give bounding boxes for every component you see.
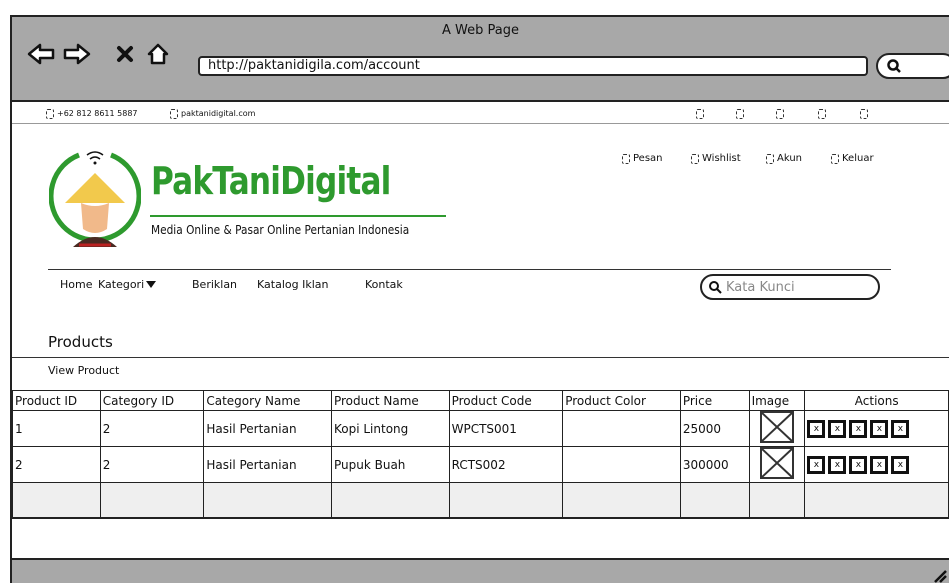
image-placeholder-icon <box>759 447 794 479</box>
cell-category-name: Hasil Pertanian <box>203 446 332 483</box>
cell-category-name: Hasil Pertanian <box>203 410 332 447</box>
cell-image <box>748 446 806 483</box>
browser-titlebar: A Web Page http://paktanidigila.com/acco… <box>12 17 949 102</box>
brand-name: PakTaniDigital <box>151 159 391 203</box>
logout-icon <box>831 153 839 164</box>
home-icon <box>147 43 169 65</box>
cell-product-id: 2 <box>12 446 101 483</box>
action-button[interactable]: x <box>891 455 910 474</box>
action-button[interactable]: x <box>807 419 826 438</box>
phone-contact: +62 812 8611 5887 <box>46 108 138 119</box>
cell-image <box>748 410 806 447</box>
social-icon-1[interactable] <box>696 108 707 119</box>
action-button[interactable]: x <box>828 419 847 438</box>
cell-product-id: 1 <box>12 410 101 447</box>
window-title: A Web Page <box>442 23 519 38</box>
section-divider <box>12 357 949 358</box>
cell-price: 300000 <box>679 446 750 483</box>
cell-product-code: WPCTS001 <box>448 410 564 447</box>
col-category-id[interactable]: Category ID <box>99 390 205 411</box>
message-icon <box>622 153 630 164</box>
col-product-code[interactable]: Product Code <box>448 390 564 411</box>
header-divider <box>48 269 891 270</box>
social-icon-4[interactable] <box>818 108 829 119</box>
col-actions[interactable]: Actions <box>804 390 949 411</box>
menu-pesan[interactable]: Pesan <box>622 153 663 164</box>
browser-window: A Web Page http://paktanidigila.com/acco… <box>10 15 949 583</box>
action-button[interactable]: x <box>849 419 868 438</box>
site-contact[interactable]: paktanidigital.com <box>170 108 256 119</box>
back-arrow-icon <box>27 43 55 65</box>
heart-icon <box>691 153 699 164</box>
page-title: Products <box>48 333 113 351</box>
view-product-label: View Product <box>48 364 120 377</box>
back-button[interactable] <box>26 41 56 67</box>
cell-product-color <box>562 410 681 447</box>
keyword-search-input[interactable]: Kata Kunci <box>700 274 880 300</box>
action-button[interactable]: x <box>849 455 868 474</box>
search-placeholder: Kata Kunci <box>726 279 795 295</box>
phone-number: +62 812 8611 5887 <box>57 109 138 118</box>
cell-actions: x x x x x <box>804 446 949 483</box>
cell-category-id: 2 <box>99 410 205 447</box>
col-product-color[interactable]: Product Color <box>562 390 681 411</box>
home-button[interactable] <box>144 41 172 67</box>
action-button[interactable]: x <box>870 419 889 438</box>
social-icon-2[interactable] <box>736 108 747 119</box>
nav-home[interactable]: Home <box>60 278 92 291</box>
contact-strip: +62 812 8611 5887 paktanidigital.com <box>12 104 949 124</box>
action-button[interactable]: x <box>828 455 847 474</box>
cell-category-id: 2 <box>99 446 205 483</box>
menu-keluar[interactable]: Keluar <box>831 153 874 164</box>
nav-beriklan[interactable]: Beriklan <box>192 278 237 291</box>
cell-product-name: Pupuk Buah <box>330 446 450 483</box>
table-header-row: Product ID Category ID Category Name Pro… <box>12 390 949 411</box>
action-button[interactable]: x <box>807 455 826 474</box>
table-row[interactable]: 1 2 Hasil Pertanian Kopi Lintong WPCTS00… <box>12 410 949 447</box>
forward-button[interactable] <box>62 41 92 67</box>
farmer-logo[interactable] <box>49 147 141 257</box>
table-row-empty <box>12 482 949 518</box>
phone-icon <box>46 108 54 119</box>
resize-grip-icon[interactable] <box>931 567 947 583</box>
social-icon-5[interactable] <box>860 108 871 119</box>
cell-product-code: RCTS002 <box>448 446 564 483</box>
cell-actions: x x x x x <box>804 410 949 447</box>
menu-akun[interactable]: Akun <box>766 153 802 164</box>
brand-underline <box>150 215 446 217</box>
action-button[interactable]: x <box>870 455 889 474</box>
cell-product-name: Kopi Lintong <box>330 410 450 447</box>
close-icon <box>117 46 133 62</box>
content-bottom-rule <box>12 517 949 519</box>
image-placeholder-icon <box>759 411 794 443</box>
cell-price: 25000 <box>679 410 750 447</box>
stop-button[interactable] <box>114 41 136 67</box>
user-icon <box>766 153 774 164</box>
social-icon-3[interactable] <box>776 108 787 119</box>
table-row[interactable]: 2 2 Hasil Pertanian Pupuk Buah RCTS002 3… <box>12 446 949 483</box>
products-table: Product ID Category ID Category Name Pro… <box>12 390 949 518</box>
forward-arrow-icon <box>63 43 91 65</box>
col-category-name[interactable]: Category Name <box>203 390 332 411</box>
menu-wishlist[interactable]: Wishlist <box>691 153 741 164</box>
browser-statusbar <box>12 558 949 583</box>
nav-kontak[interactable]: Kontak <box>365 278 403 291</box>
site-address: paktanidigital.com <box>181 109 256 118</box>
col-product-id[interactable]: Product ID <box>12 390 101 411</box>
web-icon <box>170 108 178 119</box>
col-image[interactable]: Image <box>748 390 806 411</box>
action-button[interactable]: x <box>891 419 910 438</box>
cell-product-color <box>562 446 681 483</box>
search-icon <box>709 281 722 294</box>
col-product-name[interactable]: Product Name <box>330 390 450 411</box>
nav-kategori[interactable]: Kategori <box>98 278 157 291</box>
search-icon <box>887 59 901 73</box>
browser-search-button[interactable] <box>876 53 949 79</box>
dropdown-icon <box>146 281 157 288</box>
nav-katalog[interactable]: Katalog Iklan <box>257 278 328 291</box>
col-price[interactable]: Price <box>679 390 750 411</box>
brand-tagline: Media Online & Pasar Online Pertanian In… <box>151 223 410 237</box>
address-bar[interactable]: http://paktanidigila.com/account <box>198 56 868 76</box>
